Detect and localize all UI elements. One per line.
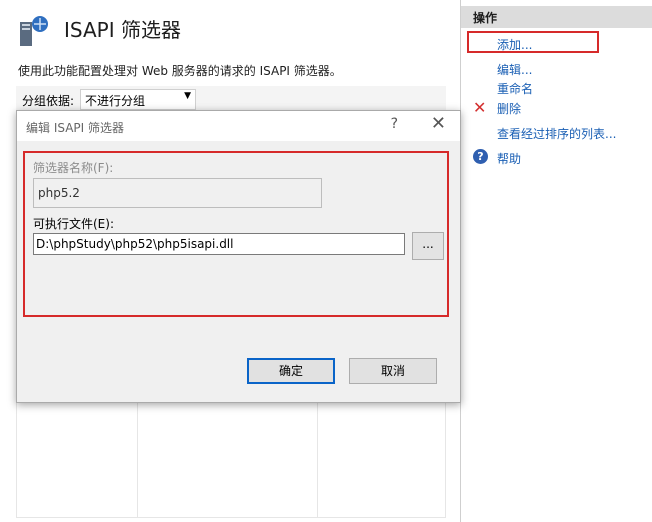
group-by-select[interactable]: 不进行分组 ▼ — [80, 89, 196, 110]
isapi-filter-icon — [20, 16, 48, 46]
rename-action[interactable]: 重命名 — [497, 80, 533, 97]
view-sorted-list-action[interactable]: 查看经过排序的列表... — [497, 125, 616, 142]
delete-action[interactable]: 删除 — [497, 100, 521, 117]
help-action[interactable]: 帮助 — [497, 150, 521, 167]
executable-label: 可执行文件(E): — [33, 217, 114, 231]
dialog-close-button[interactable]: ✕ — [431, 113, 446, 134]
edit-isapi-filter-dialog: 编辑 ISAPI 筛选器 ? ✕ 筛选器名称(F): php5.2 可执行文件(… — [16, 110, 461, 403]
help-icon: ? — [473, 149, 488, 164]
filter-list[interactable] — [16, 400, 446, 518]
delete-icon: ✕ — [473, 98, 487, 117]
group-by-value: 不进行分组 — [85, 94, 146, 108]
actions-header-label: 操作 — [473, 11, 498, 25]
add-action[interactable]: 添加... — [497, 36, 532, 53]
dropdown-arrow-icon: ▼ — [184, 91, 191, 101]
page-title: ISAPI 筛选器 — [64, 18, 181, 42]
edit-action[interactable]: 编辑... — [497, 61, 532, 78]
highlight-frame — [467, 31, 599, 53]
dialog-title: 编辑 ISAPI 筛选器 — [26, 121, 124, 135]
cancel-button[interactable]: 取消 — [349, 358, 437, 384]
dialog-help-button[interactable]: ? — [391, 116, 398, 132]
filter-name-field: php5.2 — [33, 178, 322, 208]
column-divider — [317, 401, 318, 517]
filter-name-label: 筛选器名称(F): — [33, 161, 114, 175]
actions-pane: 操作 添加... 编辑... 重命名 ✕ 删除 查看经过排序的列表... ? 帮… — [460, 0, 652, 522]
ok-button[interactable]: 确定 — [247, 358, 335, 384]
dialog-titlebar: 编辑 ISAPI 筛选器 ? ✕ — [17, 111, 460, 141]
actions-header: 操作 — [461, 6, 652, 28]
executable-path-input[interactable] — [33, 233, 405, 255]
column-divider — [137, 401, 138, 517]
browse-button[interactable]: ... — [412, 232, 444, 260]
group-by-label: 分组依据: — [22, 94, 75, 108]
page-description: 使用此功能配置处理对 Web 服务器的请求的 ISAPI 筛选器。 — [18, 64, 342, 78]
